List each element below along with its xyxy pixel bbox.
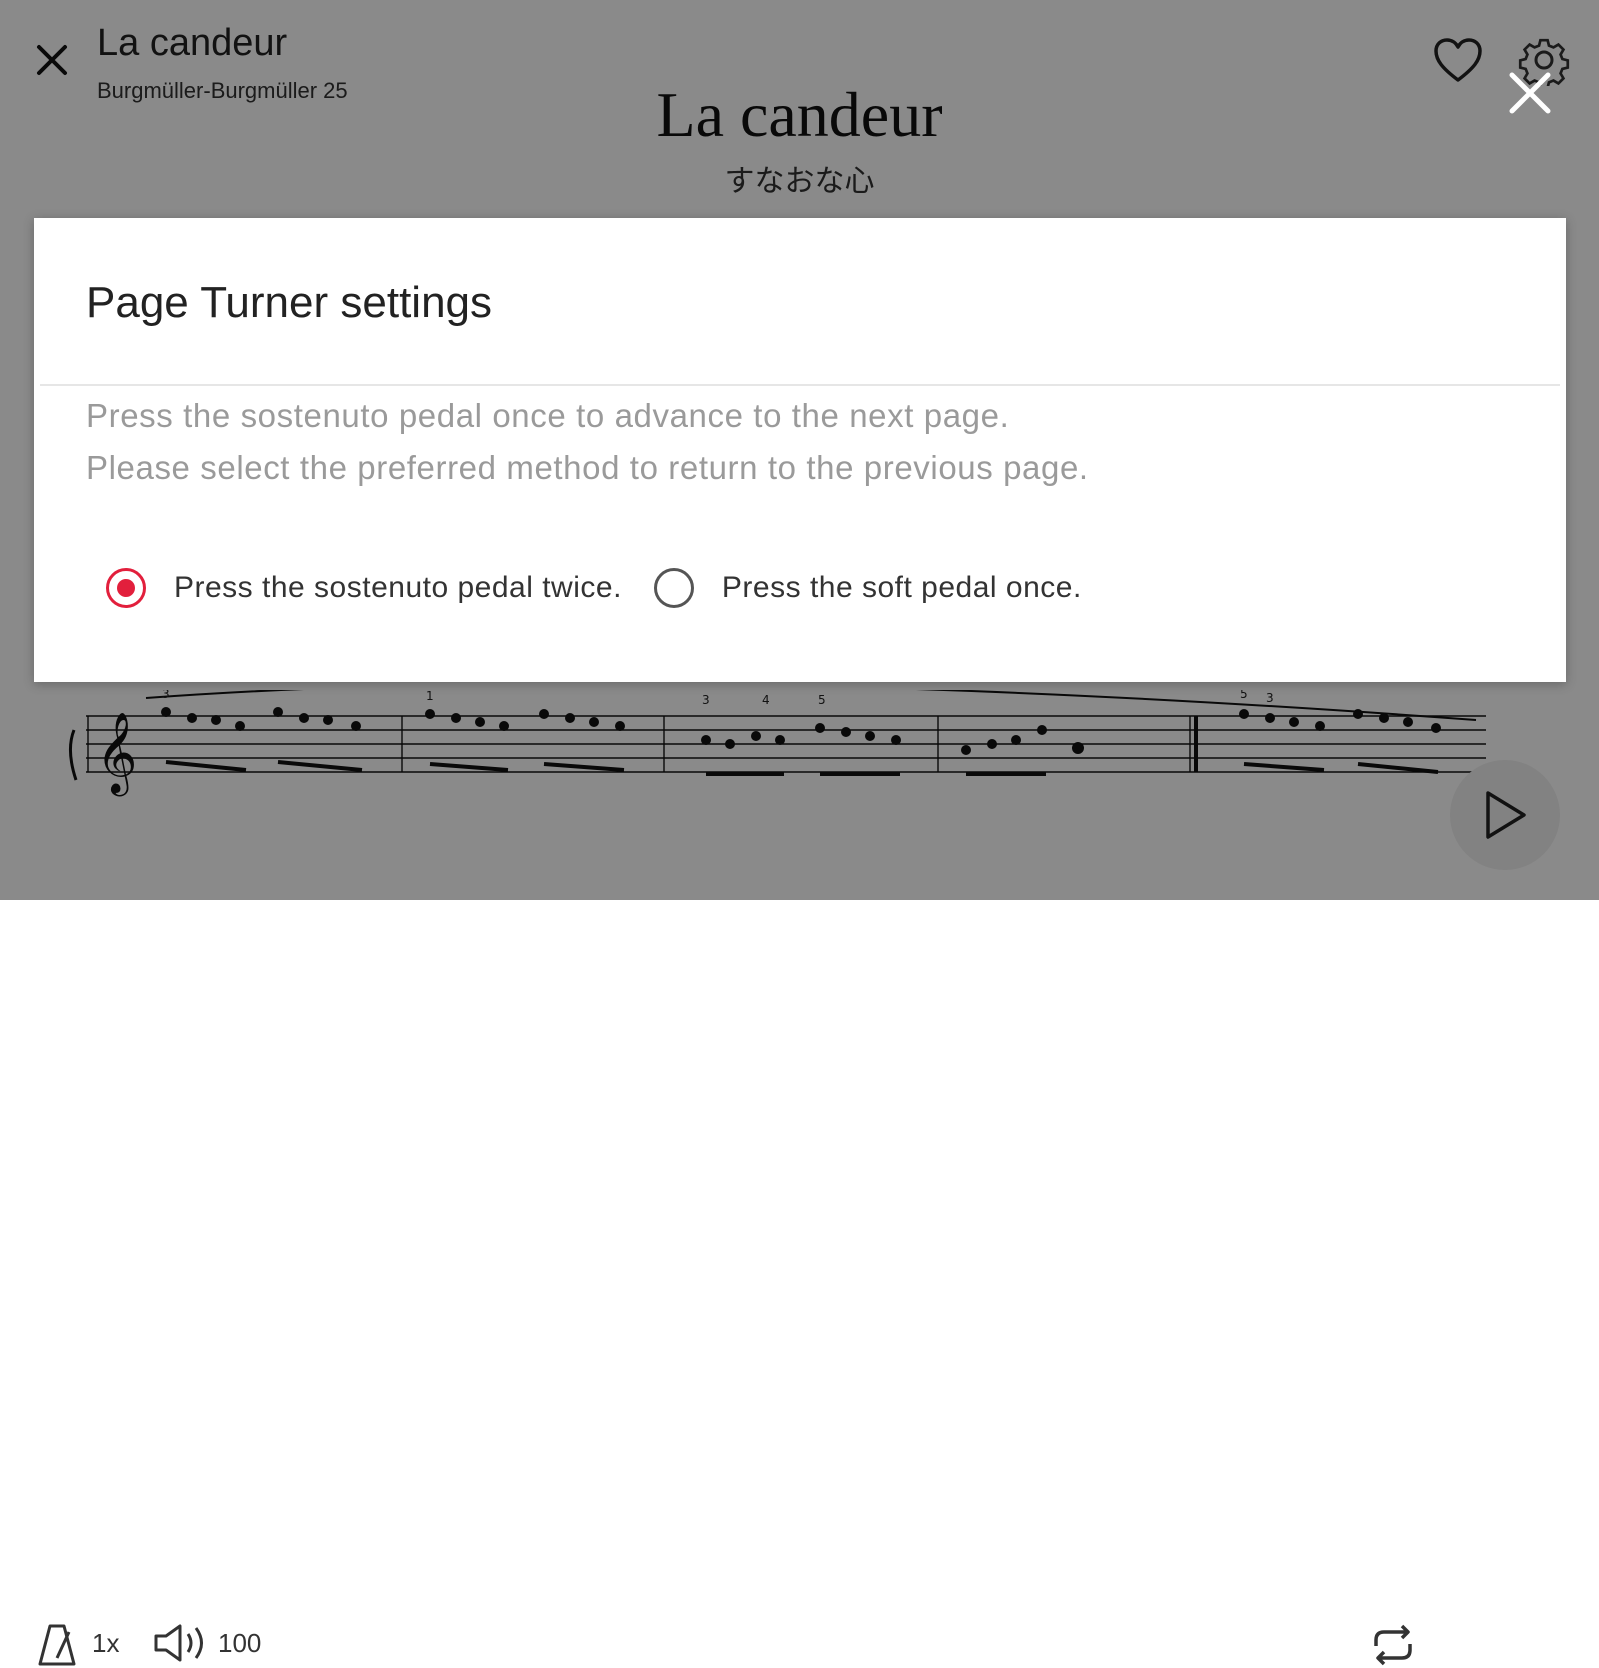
volume-value[interactable]: 100: [218, 1628, 261, 1659]
speaker-icon[interactable]: [152, 1620, 212, 1666]
option-sostenuto-twice[interactable]: Press the sostenuto pedal twice.: [106, 568, 622, 608]
option-label[interactable]: Press the soft pedal once.: [722, 571, 1082, 605]
description-line: Press the sostenuto pedal once to advanc…: [86, 397, 1010, 434]
loop-icon[interactable]: [1368, 1622, 1418, 1668]
option-soft-pedal-once[interactable]: Press the soft pedal once.: [653, 568, 1082, 608]
description-line: Please select the preferred method to re…: [86, 449, 1089, 486]
close-icon[interactable]: [1505, 68, 1555, 118]
radio-selected[interactable]: [106, 568, 146, 608]
dialog-title: Page Turner settings: [86, 278, 493, 327]
return-method-options: Press the sostenuto pedal twice. Press t…: [106, 558, 1082, 618]
option-label[interactable]: Press the sostenuto pedal twice.: [174, 571, 622, 605]
radio-unselected[interactable]: [653, 568, 694, 608]
speed-value[interactable]: 1x: [92, 1628, 119, 1659]
dialog-divider: [40, 384, 1560, 386]
page-turner-dialog: Page Turner settings Press the sostenuto…: [34, 218, 1566, 682]
metronome-icon[interactable]: [36, 1622, 78, 1668]
dialog-description: Press the sostenuto pedal once to advanc…: [86, 390, 1089, 494]
